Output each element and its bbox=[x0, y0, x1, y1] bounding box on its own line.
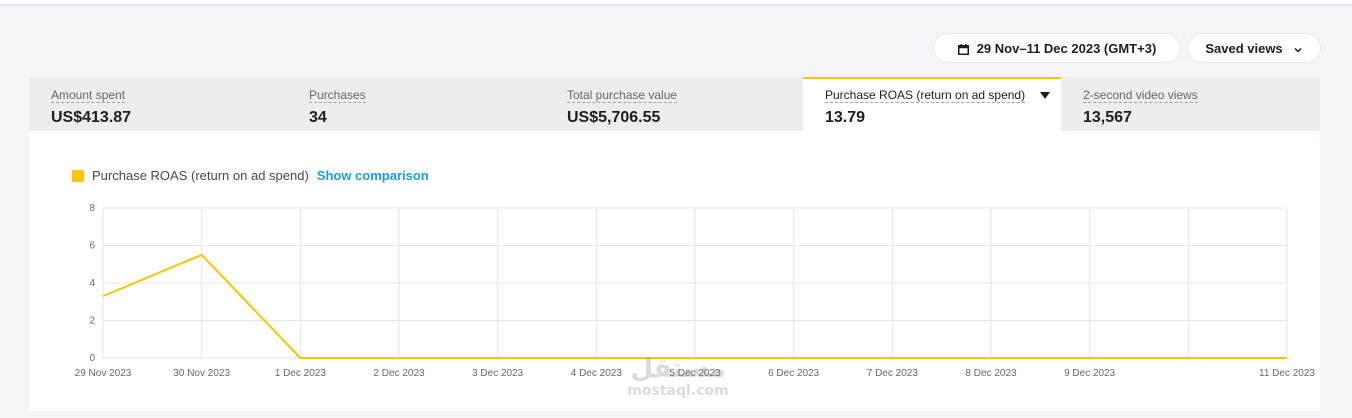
caret-down-icon[interactable] bbox=[1039, 86, 1050, 104]
watermark-logo: مستقل mostaql.com bbox=[618, 355, 738, 399]
y-tick-label: 2 bbox=[89, 316, 95, 327]
x-tick-label: 4 Dec 2023 bbox=[571, 368, 623, 379]
metric-tab-amount-spent[interactable]: Amount spent US$413.87 bbox=[29, 77, 287, 131]
y-tick-label: 0 bbox=[89, 353, 95, 364]
metric-label: Amount spent bbox=[51, 88, 126, 103]
metric-label: Purchase ROAS (return on ad spend) bbox=[825, 88, 1026, 104]
date-range-label: 29 Nov–11 Dec 2023 (GMT+3) bbox=[976, 40, 1157, 56]
metric-tab-purchases[interactable]: Purchases 34 bbox=[287, 77, 545, 131]
metric-value: US$413.87 bbox=[51, 109, 132, 126]
saved-views-label: Saved views bbox=[1205, 40, 1283, 56]
x-tick-label: 6 Dec 2023 bbox=[768, 368, 820, 379]
metric-tab-video-views[interactable]: 2-second video views 13,567 bbox=[1061, 77, 1319, 131]
metric-label: Total purchase value bbox=[567, 88, 678, 103]
metric-value: US$5,706.55 bbox=[567, 109, 661, 126]
data-point bbox=[891, 357, 894, 360]
data-point bbox=[299, 357, 302, 360]
data-point bbox=[1187, 357, 1190, 360]
y-tick-label: 6 bbox=[89, 241, 95, 252]
data-point bbox=[102, 295, 105, 298]
x-tick-label: 3 Dec 2023 bbox=[472, 368, 524, 379]
metrics-tabs: Amount spent US$413.87 Purchases 34 Tota… bbox=[29, 77, 1320, 131]
calendar-icon bbox=[957, 43, 969, 55]
metric-label: 2-second video views bbox=[1083, 88, 1198, 103]
top-bar bbox=[0, 0, 1352, 4]
data-point bbox=[595, 357, 598, 360]
x-tick-label: 7 Dec 2023 bbox=[867, 368, 919, 379]
metric-value: 13.79 bbox=[825, 109, 866, 127]
date-range-button[interactable]: 29 Nov–11 Dec 2023 (GMT+3) bbox=[934, 34, 1180, 62]
x-tick-label: 8 Dec 2023 bbox=[965, 368, 1017, 379]
y-tick-label: 8 bbox=[89, 203, 95, 214]
y-tick-label: 4 bbox=[89, 278, 95, 289]
x-tick-label: 11 Dec 2023 bbox=[1259, 368, 1315, 379]
x-tick-label: 1 Dec 2023 bbox=[275, 368, 327, 379]
watermark-arabic: مستقل bbox=[630, 354, 726, 384]
data-point bbox=[792, 357, 795, 360]
x-tick-label: 9 Dec 2023 bbox=[1064, 368, 1116, 379]
data-point bbox=[398, 357, 401, 360]
x-tick-label: 29 Nov 2023 bbox=[75, 368, 132, 379]
data-point bbox=[1088, 357, 1091, 360]
saved-views-button[interactable]: Saved views bbox=[1188, 34, 1320, 62]
data-point bbox=[1286, 357, 1289, 360]
metric-value: 13,567 bbox=[1083, 109, 1132, 126]
metric-value: 34 bbox=[309, 109, 327, 126]
data-point bbox=[496, 357, 499, 360]
metric-tab-total-purchase-value[interactable]: Total purchase value US$5,706.55 bbox=[545, 77, 803, 131]
x-tick-label: 30 Nov 2023 bbox=[173, 368, 230, 379]
metric-tab-purchase-roas[interactable]: Purchase ROAS (return on ad spend) 13.79 bbox=[803, 77, 1061, 131]
metric-label: Purchases bbox=[309, 88, 366, 103]
x-tick-label: 2 Dec 2023 bbox=[373, 368, 425, 379]
data-point bbox=[200, 253, 203, 256]
watermark-latin: mostaql.com bbox=[627, 383, 729, 399]
data-point bbox=[990, 357, 993, 360]
chevron-down-icon bbox=[1293, 43, 1303, 53]
